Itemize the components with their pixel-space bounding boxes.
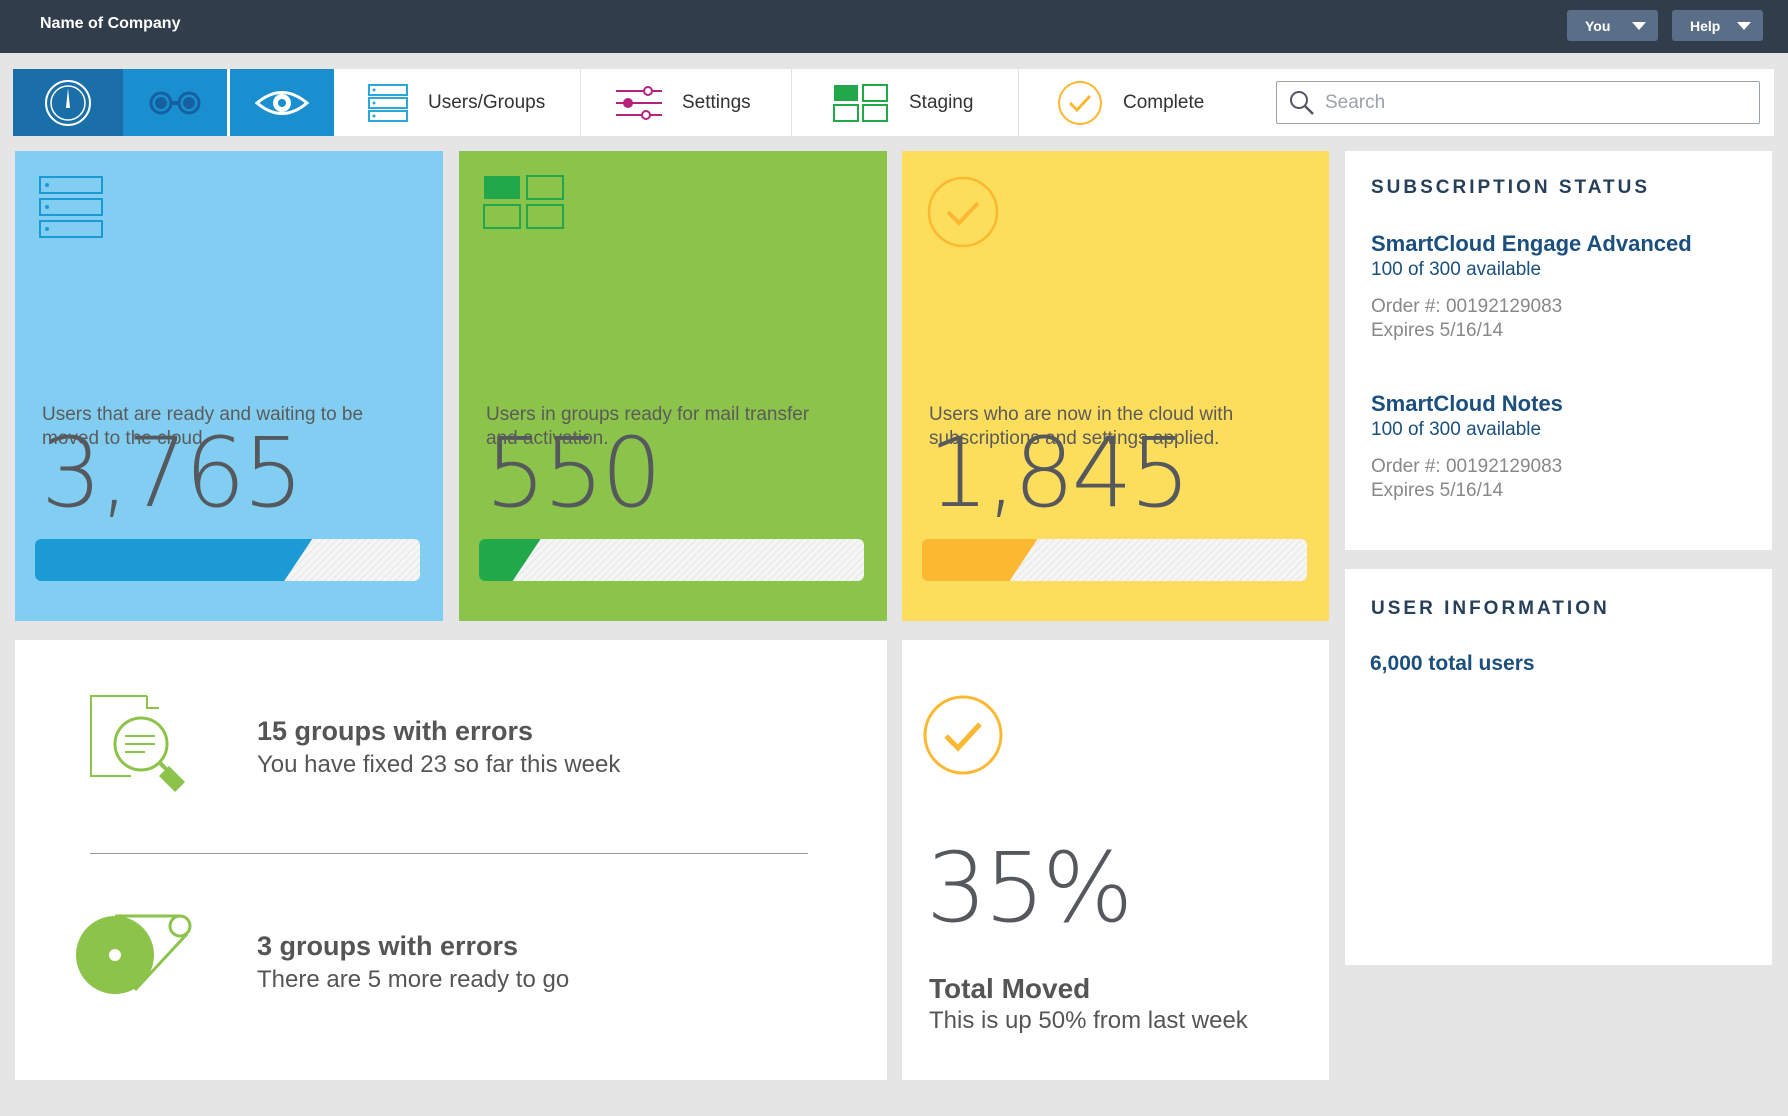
progress-fill [479,539,541,581]
progress-fill [922,539,1038,581]
nav-dashboard[interactable] [13,69,135,136]
product-expiry: Expires 5/16/14 [1371,480,1504,501]
grid-icon [833,83,888,122]
groups-progress-bar [479,539,864,581]
error-row-2: 3 groups with errors There are 5 more re… [257,931,569,994]
section-title: USER INFORMATION [1371,598,1610,619]
grid-icon [483,175,564,229]
product-name[interactable]: SmartCloud Notes [1371,391,1563,417]
search-box[interactable] [1276,81,1760,124]
nav-bar: Users/Groups Settings Staging Complete [13,69,1774,136]
search-input[interactable] [1325,91,1745,114]
subscription-status-card: SUBSCRIPTION STATUS SmartCloud Engage Ad… [1345,151,1772,550]
nav-staging[interactable]: Staging [792,69,1019,136]
you-label: You [1585,17,1611,34]
sliders-icon [616,85,662,120]
user-information-card: USER INFORMATION 6,000 total users [1345,569,1772,965]
nav-view[interactable] [230,69,334,136]
caret-down-icon [1632,22,1646,30]
nav-label: Settings [682,91,751,113]
binoculars-icon [149,91,201,114]
moved-title: Total Moved [929,973,1091,1004]
server-list-icon [39,176,103,238]
checkmark-circle-icon [1058,80,1102,125]
product-order: Order #: 00192129083 [1371,296,1563,317]
dashboard-gauge-icon [45,79,91,126]
top-bar: Name of Company You Help [0,0,1788,53]
product-order: Order #: 00192129083 [1371,456,1563,477]
nav-settings[interactable]: Settings [581,69,792,136]
ready-users-card: 3,765 Users that are ready and waiting t… [15,151,443,621]
eye-icon [254,90,310,115]
groups-description: Users in groups ready for mail transfer … [486,404,810,449]
product-availability: 100 of 300 available [1371,419,1542,440]
error-row-1: 15 groups with errors You have fixed 23 … [257,716,620,779]
tape-reel-icon [76,914,192,994]
group-users-card: 550 Users in groups ready for mail trans… [459,151,887,621]
document-magnifier-icon [90,695,185,792]
caret-down-icon [1737,22,1751,30]
total-moved-card: 35% Total Moved This is up 50% from last… [902,640,1329,1080]
server-list-icon [368,83,408,122]
product-name[interactable]: SmartCloud Engage Advanced [1371,231,1692,257]
error-subtitle: There are 5 more ready to go [257,966,570,993]
search-icon [1290,90,1314,115]
total-users: 6,000 total users [1370,652,1535,675]
nav-label: Complete [1123,91,1205,113]
nav-label: Users/Groups [428,91,546,113]
nav-users-groups[interactable]: Users/Groups [335,69,581,136]
subscription-product: SmartCloud Engage Advanced 100 of 300 av… [1371,231,1692,343]
error-title: 3 groups with errors [257,931,519,961]
product-availability: 100 of 300 available [1371,259,1542,280]
help-menu-button[interactable]: Help [1672,10,1763,41]
divider [90,853,808,854]
moved-percentage: 35% [926,832,1133,944]
moved-subtitle: This is up 50% from last week [929,1007,1248,1034]
checkmark-circle-icon [923,695,1003,775]
error-subtitle: You have fixed 23 so far this week [257,751,621,778]
product-expiry: Expires 5/16/14 [1371,320,1504,341]
progress-fill [35,539,312,581]
help-label: Help [1690,17,1721,34]
ready-description: Users that are ready and waiting to be m… [42,404,364,449]
cloud-progress-bar [922,539,1307,581]
nav-connections[interactable] [123,69,227,136]
subscription-product: SmartCloud Notes 100 of 300 available Or… [1371,391,1563,503]
company-name: Name of Company [40,15,181,32]
nav-label: Staging [909,91,974,113]
errors-card: 15 groups with errors You have fixed 23 … [15,640,887,1080]
cloud-description: Users who are now in the cloud with subs… [929,404,1234,449]
ready-progress-bar [35,539,420,581]
checkmark-circle-icon [927,176,999,248]
error-title: 15 groups with errors [257,716,534,746]
you-menu-button[interactable]: You [1567,10,1658,41]
cloud-users-card: 1,845 Users who are now in the cloud wit… [902,151,1329,621]
nav-complete[interactable]: Complete [1019,69,1239,136]
section-title: SUBSCRIPTION STATUS [1371,177,1651,198]
